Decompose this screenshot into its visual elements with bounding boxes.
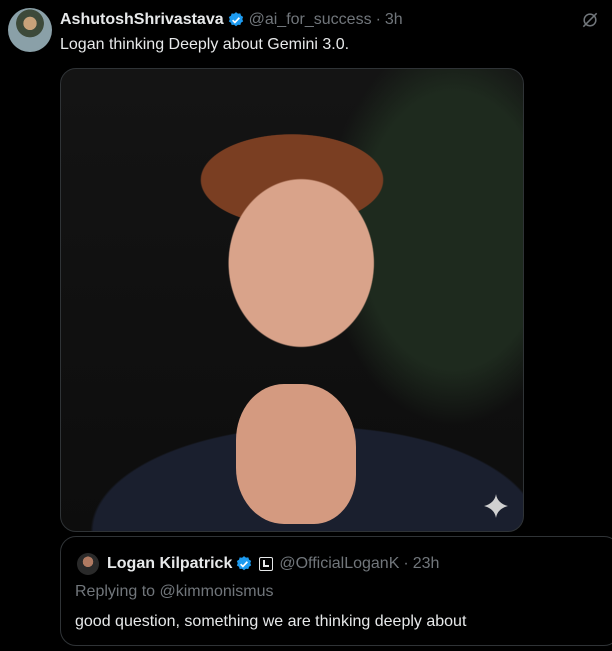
tweet-header: AshutoshShrivastava @ai_for_success · 3h (60, 10, 572, 30)
tweet-photo[interactable] (60, 68, 524, 532)
author-avatar[interactable] (8, 8, 52, 52)
photo-hand (236, 384, 356, 524)
verified-badge-icon (228, 12, 243, 27)
replying-mention[interactable]: @kimmonismus (160, 583, 274, 600)
author-name[interactable]: AshutoshShrivastava (60, 11, 224, 29)
tweet-time[interactable]: 3h (385, 11, 403, 29)
replying-to: Replying to @kimmonismus (75, 583, 274, 601)
quoted-tweet-text: good question, something we are thinking… (75, 613, 467, 630)
header-separator: · (375, 11, 381, 28)
sparkle-icon (484, 494, 508, 518)
quoted-author-handle[interactable]: @OfficialLoganK (279, 555, 399, 573)
quoted-author-avatar[interactable] (77, 553, 99, 575)
quoted-tweet-header: Logan Kilpatrick @OfficialLoganK · 23h (77, 553, 439, 575)
quoted-author-name[interactable]: Logan Kilpatrick (107, 555, 232, 573)
verified-badge-icon (237, 556, 252, 571)
author-handle[interactable]: @ai_for_success (249, 11, 372, 29)
quoted-tweet-time[interactable]: 23h (413, 555, 440, 573)
quoted-tweet[interactable]: Logan Kilpatrick @OfficialLoganK · 23h R… (60, 536, 612, 646)
affiliation-icon (259, 557, 274, 571)
replying-prefix: Replying to (75, 583, 156, 600)
quoted-header-separator: · (403, 555, 409, 572)
grok-slash-icon[interactable] (580, 10, 600, 30)
tweet-text: Logan thinking Deeply about Gemini 3.0. (60, 36, 350, 53)
